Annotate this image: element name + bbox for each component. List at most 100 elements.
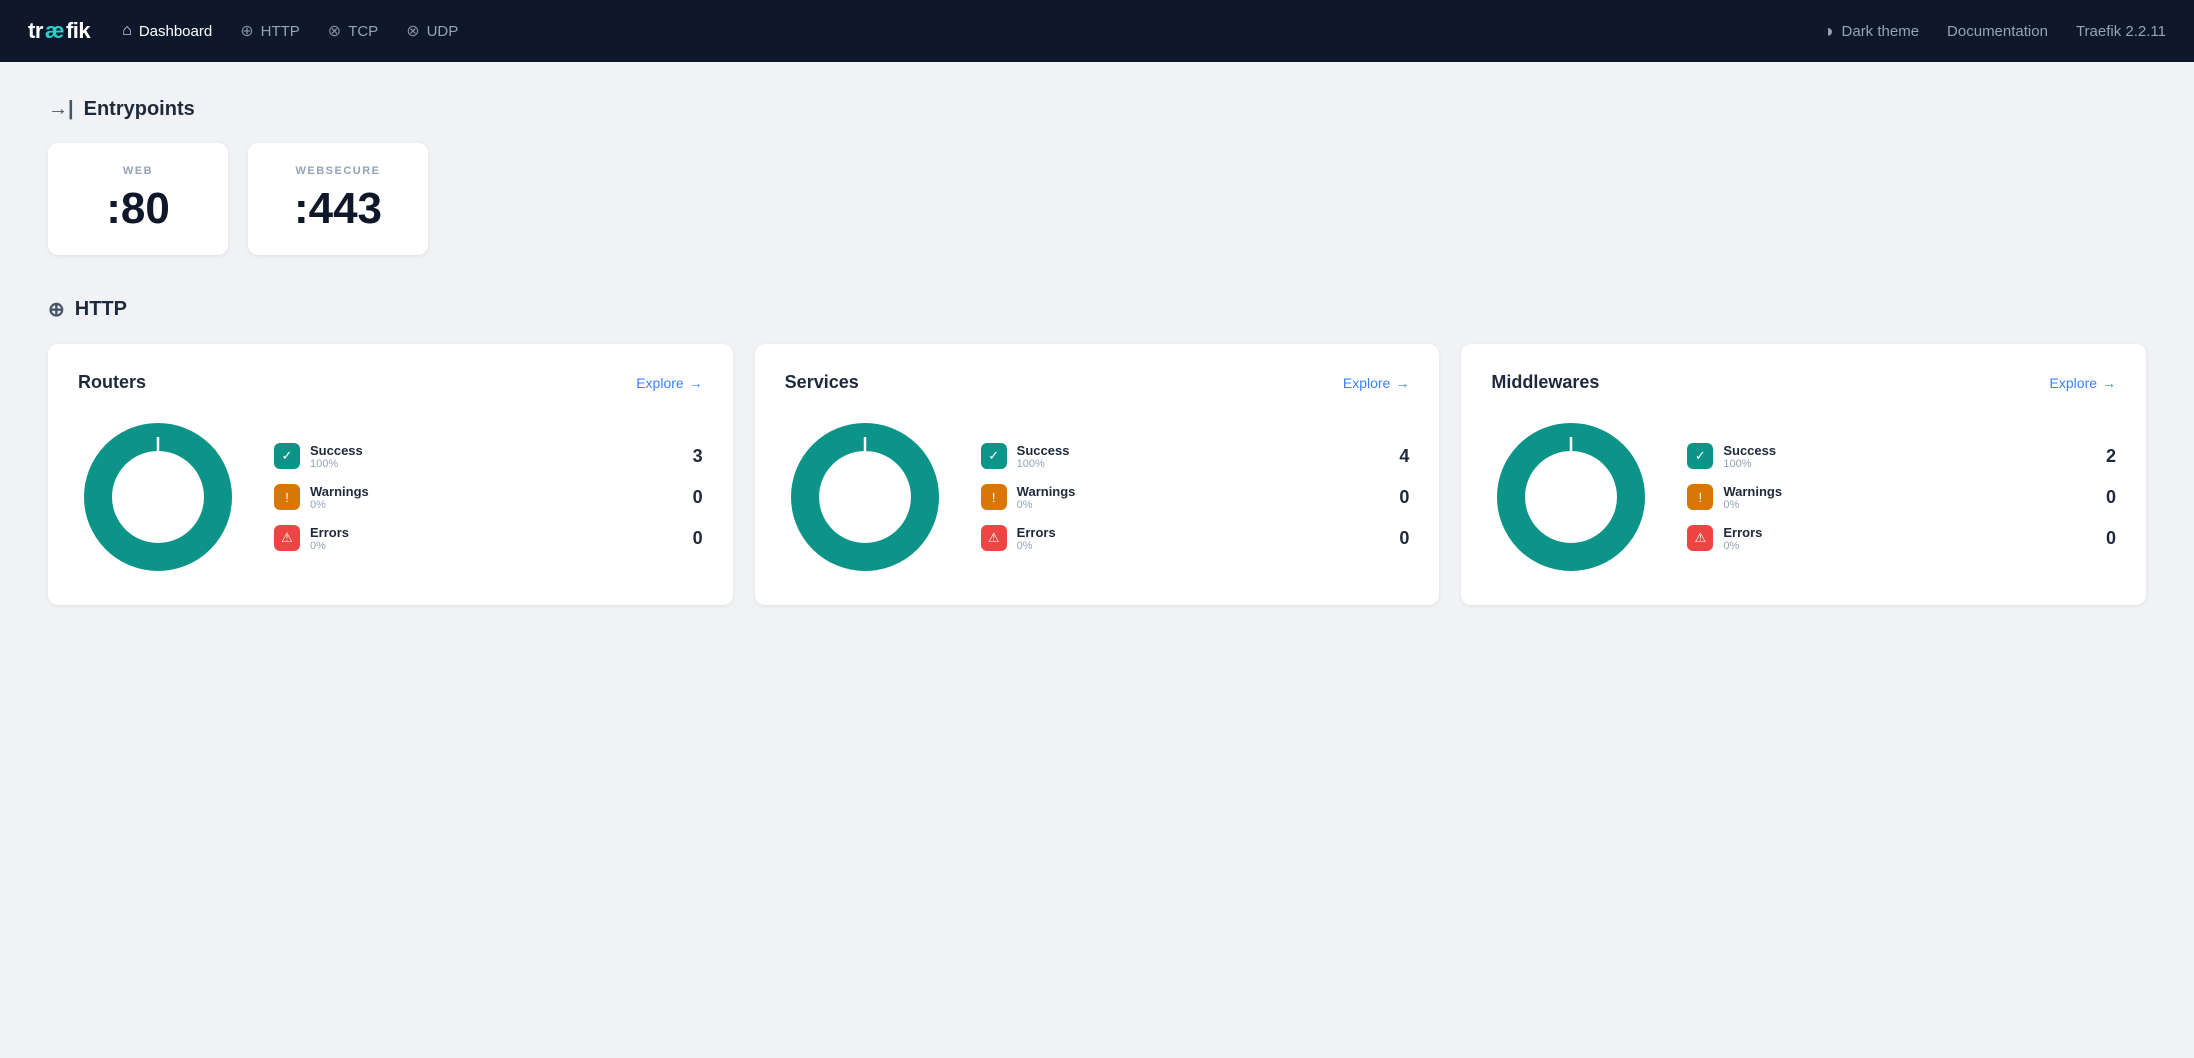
nav-http[interactable]: ⊕ HTTP bbox=[240, 21, 300, 41]
theme-toggle[interactable]: ◑ Dark theme bbox=[1823, 21, 1919, 42]
routers-error-label: Errors bbox=[310, 525, 673, 540]
navbar-right: ◑ Dark theme Documentation Traefik 2.2.1… bbox=[1823, 21, 2166, 42]
routers-success-count: 3 bbox=[683, 446, 703, 467]
middlewares-warning-count: 0 bbox=[2096, 487, 2116, 508]
routers-donut bbox=[78, 417, 238, 577]
nav-tcp[interactable]: ⊗ TCP bbox=[328, 21, 378, 41]
routers-explore-label: Explore bbox=[636, 375, 683, 391]
middlewares-success-count: 2 bbox=[2096, 446, 2116, 467]
entrypoints-label: Entrypoints bbox=[84, 98, 195, 121]
logo-fik: fik bbox=[66, 18, 90, 44]
services-success-info: Success 100% bbox=[1017, 443, 1380, 470]
middlewares-explore-label: Explore bbox=[2050, 375, 2097, 391]
middlewares-donut bbox=[1491, 417, 1651, 577]
middlewares-success-label: Success bbox=[1723, 443, 2086, 458]
entrypoints-section-title: →| Entrypoints bbox=[48, 98, 2146, 121]
logo-tr: tr bbox=[28, 18, 43, 44]
services-explore-arrow: → bbox=[1395, 375, 1409, 391]
middlewares-success-pct: 100% bbox=[1723, 458, 2086, 470]
tcp-icon: ⊗ bbox=[328, 21, 341, 41]
entrypoints-row: WEB :80 WEBSECURE :443 bbox=[48, 143, 2146, 255]
services-title: Services bbox=[785, 372, 859, 393]
theme-icon: ◑ bbox=[1823, 21, 1834, 42]
services-error-info: Errors 0% bbox=[1017, 525, 1380, 552]
routers-success-label: Success bbox=[310, 443, 673, 458]
routers-warning-badge: ! bbox=[274, 484, 300, 510]
middlewares-error-count: 0 bbox=[2096, 528, 2116, 549]
documentation-link[interactable]: Documentation bbox=[1947, 23, 2048, 40]
routers-stats-list: ✓ Success 100% 3 ! Warnings 0% 0 bbox=[274, 443, 703, 552]
services-success-label: Success bbox=[1017, 443, 1380, 458]
middlewares-explore-arrow: → bbox=[2102, 375, 2116, 391]
documentation-label: Documentation bbox=[1947, 23, 2048, 40]
routers-success-row: ✓ Success 100% 3 bbox=[274, 443, 703, 470]
services-card: Services Explore → ✓ bbox=[755, 344, 1440, 605]
nav-tcp-label: TCP bbox=[348, 23, 378, 40]
app-logo[interactable]: træfik bbox=[28, 18, 90, 44]
middlewares-warning-label: Warnings bbox=[1723, 484, 2086, 499]
entrypoint-websecure-label: WEBSECURE bbox=[284, 165, 392, 177]
middlewares-card-header: Middlewares Explore → bbox=[1491, 372, 2116, 393]
routers-card: Routers Explore → ✓ bbox=[48, 344, 733, 605]
nav-udp[interactable]: ⊗ UDP bbox=[406, 21, 458, 41]
stat-cards-row: Routers Explore → ✓ bbox=[48, 344, 2146, 605]
globe-icon: ⊕ bbox=[240, 21, 253, 41]
theme-label: Dark theme bbox=[1842, 23, 1920, 40]
routers-error-count: 0 bbox=[683, 528, 703, 549]
nav-dashboard[interactable]: ⌂ Dashboard bbox=[122, 22, 212, 40]
services-card-body: ✓ Success 100% 4 ! Warnings 0% 0 bbox=[785, 417, 1410, 577]
middlewares-card: Middlewares Explore → ✓ bbox=[1461, 344, 2146, 605]
services-warning-badge: ! bbox=[981, 484, 1007, 510]
middlewares-warning-info: Warnings 0% bbox=[1723, 484, 2086, 511]
version-label: Traefik 2.2.11 bbox=[2076, 23, 2166, 40]
http-label: HTTP bbox=[75, 298, 127, 321]
middlewares-warning-badge: ! bbox=[1687, 484, 1713, 510]
middlewares-error-info: Errors 0% bbox=[1723, 525, 2086, 552]
routers-warning-info: Warnings 0% bbox=[310, 484, 673, 511]
entrypoint-web-label: WEB bbox=[84, 165, 192, 177]
entrypoints-icon: →| bbox=[48, 98, 74, 121]
middlewares-error-pct: 0% bbox=[1723, 540, 2086, 552]
routers-card-header: Routers Explore → bbox=[78, 372, 703, 393]
services-error-count: 0 bbox=[1389, 528, 1409, 549]
routers-warning-count: 0 bbox=[683, 487, 703, 508]
services-error-badge: ⚠ bbox=[981, 525, 1007, 551]
middlewares-card-body: ✓ Success 100% 2 ! Warnings 0% 0 bbox=[1491, 417, 2116, 577]
routers-error-pct: 0% bbox=[310, 540, 673, 552]
services-success-row: ✓ Success 100% 4 bbox=[981, 443, 1410, 470]
entrypoint-card-web[interactable]: WEB :80 bbox=[48, 143, 228, 255]
middlewares-explore-link[interactable]: Explore → bbox=[2050, 375, 2116, 391]
services-warning-pct: 0% bbox=[1017, 499, 1380, 511]
entrypoint-card-websecure[interactable]: WEBSECURE :443 bbox=[248, 143, 428, 255]
routers-explore-link[interactable]: Explore → bbox=[636, 375, 702, 391]
udp-icon: ⊗ bbox=[406, 21, 419, 41]
middlewares-warning-row: ! Warnings 0% 0 bbox=[1687, 484, 2116, 511]
nav-http-label: HTTP bbox=[261, 23, 300, 40]
routers-error-badge: ⚠ bbox=[274, 525, 300, 551]
services-error-pct: 0% bbox=[1017, 540, 1380, 552]
services-explore-link[interactable]: Explore → bbox=[1343, 375, 1409, 391]
nav-udp-label: UDP bbox=[427, 23, 459, 40]
nav-links: ⌂ Dashboard ⊕ HTTP ⊗ TCP ⊗ UDP bbox=[122, 21, 1791, 41]
services-card-header: Services Explore → bbox=[785, 372, 1410, 393]
routers-title: Routers bbox=[78, 372, 146, 393]
services-explore-label: Explore bbox=[1343, 375, 1390, 391]
routers-warning-pct: 0% bbox=[310, 499, 673, 511]
logo-ae: æ bbox=[45, 18, 64, 44]
services-success-count: 4 bbox=[1389, 446, 1409, 467]
routers-error-info: Errors 0% bbox=[310, 525, 673, 552]
middlewares-error-label: Errors bbox=[1723, 525, 2086, 540]
navbar: træfik ⌂ Dashboard ⊕ HTTP ⊗ TCP ⊗ UDP ◑ … bbox=[0, 0, 2194, 62]
routers-success-pct: 100% bbox=[310, 458, 673, 470]
http-icon: ⊕ bbox=[48, 297, 65, 322]
services-warning-info: Warnings 0% bbox=[1017, 484, 1380, 511]
middlewares-success-row: ✓ Success 100% 2 bbox=[1687, 443, 2116, 470]
home-icon: ⌂ bbox=[122, 22, 132, 40]
middlewares-success-info: Success 100% bbox=[1723, 443, 2086, 470]
entrypoint-websecure-port: :443 bbox=[284, 185, 392, 233]
services-donut bbox=[785, 417, 945, 577]
main-content: →| Entrypoints WEB :80 WEBSECURE :443 ⊕ … bbox=[0, 62, 2194, 641]
services-success-badge: ✓ bbox=[981, 443, 1007, 469]
middlewares-stats-list: ✓ Success 100% 2 ! Warnings 0% 0 bbox=[1687, 443, 2116, 552]
services-error-row: ⚠ Errors 0% 0 bbox=[981, 525, 1410, 552]
